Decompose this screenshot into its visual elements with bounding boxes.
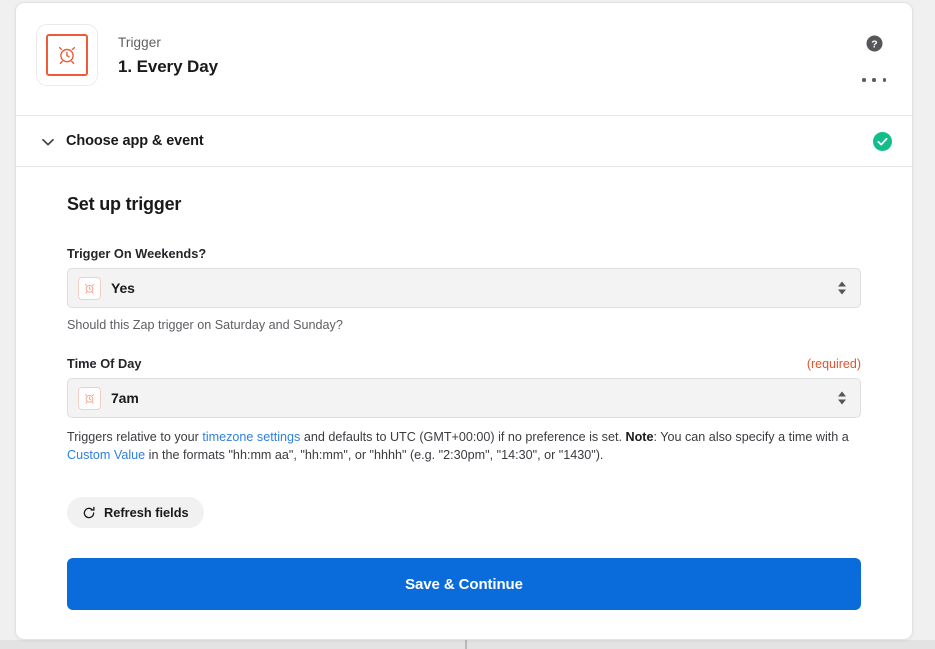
step-header: Trigger 1. Every Day ? [16, 3, 912, 116]
field-spacer [67, 334, 861, 356]
select-trigger-on-weekends[interactable]: Yes [67, 268, 861, 308]
field-hint: Should this Zap trigger on Saturday and … [67, 318, 343, 332]
save-and-continue-button[interactable]: Save & Continue [67, 558, 861, 610]
help-part-2: and defaults to UTC (GMT+00:00) if no pr… [300, 430, 626, 444]
svg-text:?: ? [871, 38, 877, 50]
stepper-down-icon[interactable] [838, 289, 846, 295]
help-part-1: Triggers relative to your [67, 430, 203, 444]
check-circle-icon [873, 132, 892, 151]
stepper-arrows-icon[interactable] [838, 281, 846, 295]
alarm-clock-icon [46, 34, 88, 76]
time-of-day-help: Triggers relative to your timezone setti… [67, 428, 857, 464]
stepper-up-icon[interactable] [838, 281, 846, 287]
select-time-of-day[interactable]: 7am [67, 378, 861, 418]
app-icon-tile [36, 24, 98, 86]
timezone-settings-link[interactable]: timezone settings [202, 430, 300, 444]
stepper-up-icon[interactable] [838, 391, 846, 397]
select-value: Yes [111, 280, 135, 296]
step-title-group: Trigger 1. Every Day [118, 33, 218, 79]
help-part-3: : You can also specify a time with a [653, 430, 849, 444]
refresh-fields-button[interactable]: Refresh fields [67, 497, 204, 528]
stepper-down-icon[interactable] [838, 399, 846, 405]
stepper-arrows-icon[interactable] [838, 391, 846, 405]
chevron-down-icon [39, 133, 57, 151]
step-kicker: Trigger [118, 35, 161, 50]
refresh-fields-label: Refresh fields [104, 505, 189, 520]
panel-split-marker [465, 640, 467, 649]
page-bottom-divider [0, 640, 935, 649]
section-choose-app-event[interactable]: Choose app & event [16, 116, 912, 167]
field-time-of-day: Time Of Day (required) 7am Triggers rela… [67, 356, 861, 464]
field-label-row: Trigger On Weekends? [67, 246, 861, 261]
field-label-row: Time Of Day (required) [67, 356, 861, 371]
help-circle-icon[interactable]: ? [866, 35, 883, 52]
field-label: Trigger On Weekends? [67, 246, 207, 261]
more-options-icon[interactable] [862, 71, 886, 89]
zap-step-card: Trigger 1. Every Day ? Choose app & even… [15, 2, 913, 640]
page-title: Set up trigger [67, 194, 182, 214]
alarm-clock-icon [78, 276, 101, 300]
select-value: 7am [111, 390, 139, 406]
required-badge: (required) [806, 357, 861, 371]
field-label: Time Of Day [67, 356, 142, 371]
custom-value-link[interactable]: Custom Value [67, 448, 145, 462]
alarm-clock-icon [78, 386, 101, 410]
help-note-label: Note [625, 430, 654, 444]
refresh-icon [82, 506, 96, 520]
section-label: Choose app & event [66, 133, 204, 149]
help-part-4: in the formats "hh:mm aa", "hh:mm", or "… [145, 448, 604, 462]
setup-trigger-form: Set up trigger Trigger On Weekends? Yes [16, 167, 912, 610]
step-title: 1. Every Day [118, 57, 218, 76]
field-trigger-on-weekends: Trigger On Weekends? Yes Should this Zap… [67, 246, 861, 334]
